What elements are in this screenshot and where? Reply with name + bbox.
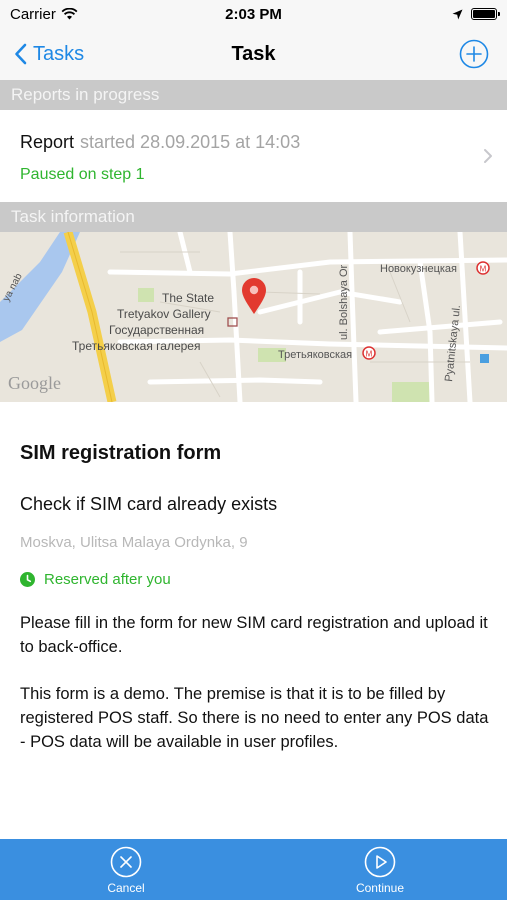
status-bar: Carrier 2:03 PM	[0, 0, 507, 28]
section-header-task-info: Task information	[0, 202, 507, 232]
plus-circle-icon[interactable]	[459, 39, 489, 69]
back-label: Tasks	[33, 42, 85, 65]
svg-text:M: M	[366, 350, 373, 359]
cancel-circle-icon	[110, 846, 142, 878]
task-subtitle: Check if SIM card already exists	[20, 494, 278, 514]
location-arrow-icon	[452, 9, 463, 19]
map-canvas: M M The State Tretyakov Gallery Государс…	[0, 232, 507, 402]
status-left: Carrier	[10, 6, 78, 23]
map-label-metro-1: Новокузнецкая	[380, 263, 457, 275]
continue-button[interactable]: Continue	[320, 839, 440, 900]
report-title: Report	[20, 132, 75, 152]
map-label-street-1: ul. Bolshaya Or	[338, 264, 350, 340]
cancel-label: Cancel	[107, 881, 145, 895]
task-description-1: Please fill in the form for new SIM card…	[20, 614, 488, 656]
nav-bar: Tasks Task	[0, 28, 507, 80]
report-line: Report started 28.09.2015 at 14:03	[20, 132, 300, 153]
map-view[interactable]: M M The State Tretyakov Gallery Государс…	[0, 232, 507, 402]
cancel-button[interactable]: Cancel	[66, 839, 186, 900]
map-label-gallery-ru-1: Государственная	[109, 323, 204, 337]
task-address: Moskva, Ulitsa Malaya Ordynka, 9	[20, 534, 248, 551]
task-title: SIM registration form	[20, 442, 222, 464]
map-label-metro-2: Третьяковская	[278, 349, 352, 361]
reserved-label: Reserved after you	[44, 571, 171, 588]
map-label-gallery-1: The State	[162, 291, 214, 305]
google-logo: Google	[8, 373, 61, 393]
chevron-right-icon	[484, 149, 492, 163]
bottom-toolbar: Cancel Continue	[0, 839, 507, 900]
clock-icon	[20, 572, 35, 587]
back-button[interactable]: Tasks	[14, 28, 84, 80]
map-label-gallery-2: Tretyakov Gallery	[117, 307, 211, 321]
svg-text:M: M	[480, 265, 487, 274]
chevron-left-icon	[15, 43, 27, 65]
map-label-gallery-ru-2: Третьяковская галерея	[72, 339, 200, 353]
page-title: Task	[231, 42, 276, 65]
play-circle-icon	[364, 846, 396, 878]
reserved-status: Reserved after you	[20, 571, 171, 588]
wifi-icon	[61, 8, 78, 20]
section-header-reports: Reports in progress	[0, 80, 507, 110]
status-right	[452, 8, 500, 20]
report-row[interactable]: Report started 28.09.2015 at 14:03 Paused…	[0, 110, 507, 202]
report-started: started 28.09.2015 at 14:03	[80, 132, 301, 152]
continue-label: Continue	[355, 881, 405, 895]
report-status: Paused on step 1	[20, 166, 145, 183]
carrier-label: Carrier	[10, 5, 56, 23]
task-description-2: This form is a demo. The premise is that…	[20, 685, 489, 751]
battery-icon	[471, 8, 500, 20]
